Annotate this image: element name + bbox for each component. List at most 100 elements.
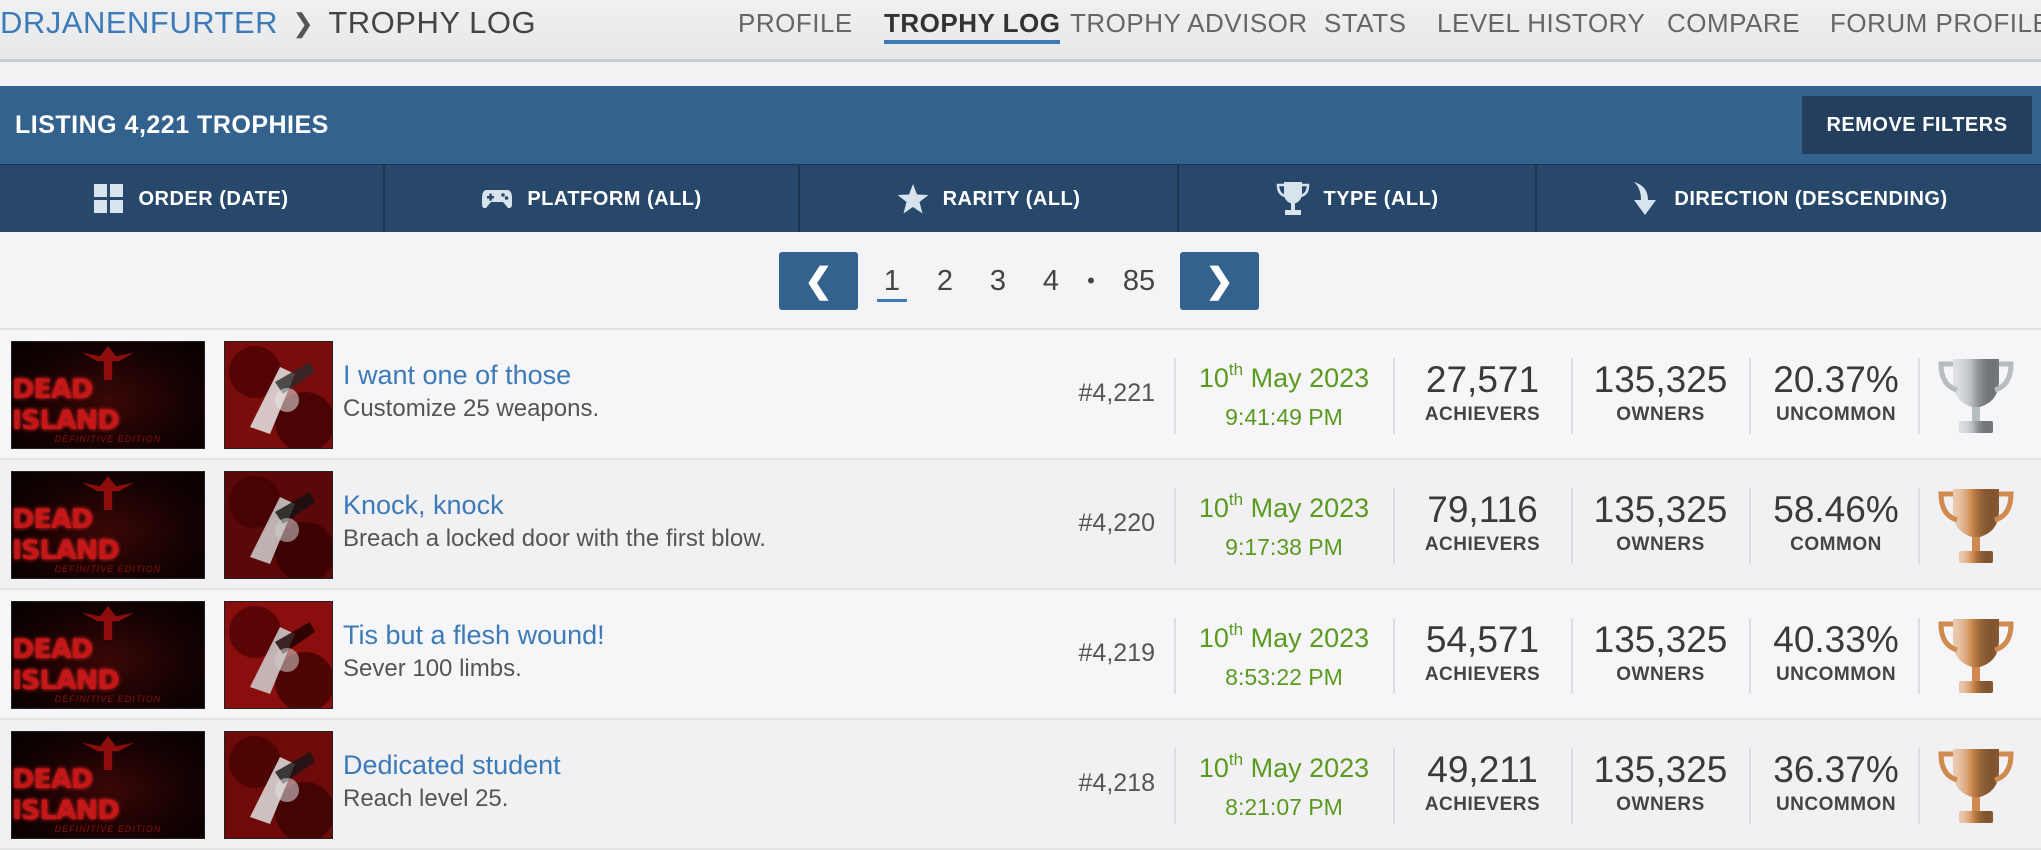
trophy-number: #4,218 [1078,769,1155,797]
listing-title: LISTING 4,221 TROPHIES [15,111,329,139]
trophy-icon [1276,181,1310,217]
achievers-stat: 54,571 ACHIEVERS [1395,590,1570,686]
rarity-label: UNCOMMON [1775,794,1897,815]
direction-filter-button[interactable]: DIRECTION (DESCENDING) [1537,165,2041,233]
tab-trophy-advisor[interactable]: TROPHY ADVISOR [1070,0,1308,46]
earned-time: 8:53:22 PM [1225,664,1343,690]
rarity-label: UNCOMMON [1775,664,1897,685]
earned-date: 10th May 2023 [1176,621,1392,654]
earned-date: 10th May 2023 [1176,490,1392,524]
owners-stat: 135,325 OWNERS [1573,330,1748,426]
page-ellipsis: • [1087,268,1095,293]
column-divider [1918,618,1920,694]
achievers-count: 27,571 [1425,359,1540,400]
tab-compare[interactable]: COMPARE [1667,0,1800,46]
earned-time: 9:17:38 PM [1225,534,1343,560]
trophy-name-link[interactable]: Tis but a flesh wound! [343,620,605,651]
achievers-label: ACHIEVERS [1424,664,1541,685]
rarity-percent: 58.46% [1773,489,1899,530]
page-link-85[interactable]: 85 [1118,252,1160,310]
trophy-row: DEAD ISLAND DEFINITIVE EDITION Knock, kn… [0,460,2041,590]
achievers-label: ACHIEVERS [1424,404,1541,425]
owners-stat: 135,325 OWNERS [1573,590,1748,686]
game-cover-image[interactable]: DEAD ISLAND DEFINITIVE EDITION [11,341,205,449]
trophy-description: Breach a locked door with the first blow… [343,525,766,552]
trophy-type-cup-icon [1937,745,2015,827]
type-filter-label: TYPE (ALL) [1323,187,1439,210]
achievers-count: 79,116 [1427,489,1538,530]
trophy-type-cup-icon [1937,355,2015,437]
page-link-2[interactable]: 2 [932,252,958,310]
gamepad-icon [481,188,513,210]
tab-trophy-log[interactable]: TROPHY LOG [884,0,1061,46]
page-link-1[interactable]: 1 [877,252,907,310]
order-filter-label: ORDER (DATE) [138,187,289,210]
remove-filters-button[interactable]: REMOVE FILTERS [1802,96,2032,154]
column-divider [1918,488,1920,564]
achievers-stat: 79,116 ACHIEVERS [1395,460,1570,556]
rarity-filter-label: RARITY (ALL) [942,187,1081,210]
page-link-4[interactable]: 4 [1038,252,1064,310]
next-page-button[interactable]: ❯ [1180,252,1259,310]
trophy-name-link[interactable]: Knock, knock [343,490,504,521]
owners-count: 135,325 [1593,489,1728,530]
trophy-description: Sever 100 limbs. [343,655,522,682]
arrow-down-icon [1630,182,1660,216]
earned-day: 10 [1198,623,1229,653]
owners-stat: 135,325 OWNERS [1573,720,1748,816]
type-filter-button[interactable]: TYPE (ALL) [1179,165,1537,233]
prev-page-button[interactable]: ❮ [779,252,858,310]
earned-day-suffix: th [1228,750,1244,769]
game-cover-image[interactable]: DEAD ISLAND DEFINITIVE EDITION [11,471,205,579]
trophy-number: #4,221 [1078,379,1155,407]
rarity-filter-button[interactable]: RARITY (ALL) [800,165,1179,233]
tab-profile[interactable]: PROFILE [738,0,853,46]
trophy-description: Reach level 25. [343,785,509,812]
achievers-count: 49,211 [1427,749,1538,790]
earned-day-suffix: th [1228,490,1244,509]
trophy-name-link[interactable]: Dedicated student [343,750,561,781]
tab-stats[interactable]: STATS [1324,0,1406,46]
earned-day: 10 [1198,493,1229,523]
achievers-stat: 27,571 ACHIEVERS [1395,330,1570,426]
game-logo-text: DEAD ISLAND [12,374,120,436]
owners-label: OWNERS [1616,664,1705,685]
earned-month-year: May 2023 [1250,623,1370,653]
earned-month-year: May 2023 [1250,493,1370,523]
owners-stat: 135,325 OWNERS [1573,460,1748,556]
top-nav-bar: DRJANENFURTER ❯ TROPHY LOG PROFILE TROPH… [0,0,2041,62]
tab-forum-profile[interactable]: FORUM PROFILE [1830,0,2041,46]
rarity-percent: 40.33% [1773,619,1899,660]
platform-filter-button[interactable]: PLATFORM (ALL) [385,165,800,233]
trophy-number: #4,220 [1078,509,1155,537]
trophy-icon-image[interactable] [224,731,333,839]
owners-label: OWNERS [1616,794,1705,815]
rarity-percent: 20.37% [1773,359,1899,400]
earned-time: 8:21:07 PM [1225,794,1343,820]
game-logo-subtitle: DEFINITIVE EDITION [54,434,162,444]
column-divider [1918,748,1920,824]
platform-filter-label: PLATFORM (ALL) [527,187,702,210]
grid-icon [94,184,124,214]
achievers-count: 54,571 [1425,619,1540,660]
trophy-name-link[interactable]: I want one of those [343,360,571,391]
achievers-label: ACHIEVERS [1424,534,1541,555]
trophy-row: DEAD ISLAND DEFINITIVE EDITION I want on… [0,330,2041,460]
trophy-icon-image[interactable] [224,601,333,709]
rarity-stat: 36.37% UNCOMMON [1751,720,1921,816]
game-logo-text: DEAD ISLAND [12,504,120,566]
earned-month-year: May 2023 [1250,753,1370,783]
game-cover-image[interactable]: DEAD ISLAND DEFINITIVE EDITION [11,731,205,839]
game-logo-subtitle: DEFINITIVE EDITION [54,694,162,704]
trophy-row: DEAD ISLAND DEFINITIVE EDITION Dedicated… [0,720,2041,850]
game-logo-subtitle: DEFINITIVE EDITION [54,564,162,574]
order-filter-button[interactable]: ORDER (DATE) [0,165,385,233]
game-cover-image[interactable]: DEAD ISLAND DEFINITIVE EDITION [11,601,205,709]
page-link-3[interactable]: 3 [985,252,1011,310]
trophy-icon-image[interactable] [224,341,333,449]
trophy-row: DEAD ISLAND DEFINITIVE EDITION Tis but a… [0,590,2041,720]
rarity-label: UNCOMMON [1775,404,1897,425]
tab-level-history[interactable]: LEVEL HISTORY [1437,0,1645,46]
trophy-icon-image[interactable] [224,471,333,579]
game-logo-subtitle: DEFINITIVE EDITION [54,824,162,834]
